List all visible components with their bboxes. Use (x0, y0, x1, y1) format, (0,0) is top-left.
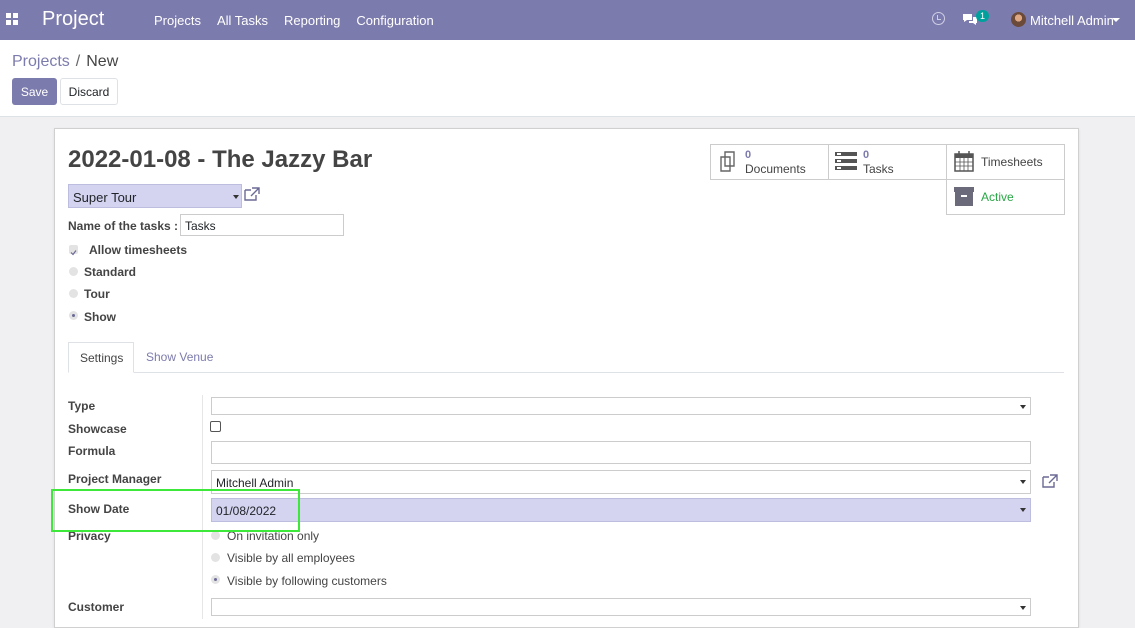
template-dropdown-caret-icon (233, 195, 239, 199)
user-avatar[interactable] (1011, 12, 1026, 27)
kind-radio-standard[interactable] (69, 267, 78, 276)
notebook-tabs: Settings Show Venue (68, 342, 1064, 373)
privacy-radio-employees[interactable] (211, 553, 220, 562)
showcase-label: Showcase (68, 422, 127, 436)
timesheets-label: Timesheets (981, 155, 1043, 169)
privacy-option-customers: Visible by following customers (227, 574, 387, 588)
showcase-checkbox[interactable] (210, 421, 221, 432)
messaging-counter-badge: 1 (976, 10, 990, 22)
type-label: Type (68, 399, 96, 413)
activity-clock-icon[interactable] (932, 12, 945, 25)
record-title[interactable]: 2022-01-08 - The Jazzy Bar (68, 146, 372, 174)
formula-label: Formula (68, 444, 116, 458)
breadcrumb-projects-link[interactable]: Projects (12, 53, 70, 70)
menu-item-reporting[interactable]: Reporting (284, 13, 340, 28)
apps-menu-icon[interactable] (6, 13, 20, 27)
privacy-option-employees: Visible by all employees (227, 551, 355, 565)
control-panel: Projects / New Save Discard (0, 40, 1135, 117)
allow-timesheets-label: Allow timesheets (89, 243, 188, 257)
project-manager-select[interactable]: Mitchell Admin (211, 470, 1031, 494)
tasks-smart-button[interactable]: 0 Tasks (828, 144, 947, 180)
allow-timesheets-checkbox[interactable] (69, 245, 78, 256)
template-external-link-icon[interactable] (244, 187, 260, 201)
kind-radio-tour[interactable] (69, 289, 78, 298)
documents-label: Documents (745, 162, 806, 176)
task-name-input[interactable]: Tasks (180, 214, 344, 236)
active-toggle-button[interactable]: Active (946, 179, 1065, 215)
menu-item-configuration[interactable]: Configuration (356, 13, 433, 28)
manager-dropdown-caret-icon (1020, 480, 1026, 484)
kind-label-tour: Tour (84, 287, 110, 301)
project-template-value: Super Tour (73, 190, 137, 205)
documents-smart-button[interactable]: 0 Documents (710, 144, 829, 180)
top-navbar: Project Projects All Tasks Reporting Con… (0, 0, 1135, 40)
menu-item-all-tasks[interactable]: All Tasks (217, 13, 268, 28)
task-name-label: Name of the tasks : (68, 219, 179, 233)
save-button[interactable]: Save (12, 78, 57, 105)
customer-label: Customer (68, 600, 125, 614)
project-manager-value: Mitchell Admin (216, 476, 294, 490)
show-date-highlight-box (51, 489, 300, 532)
menu-item-projects[interactable]: Projects (154, 13, 201, 28)
calendar-icon (954, 151, 974, 172)
breadcrumb-separator: / (75, 53, 81, 70)
timesheets-smart-button[interactable]: Timesheets (946, 144, 1065, 180)
tab-settings[interactable]: Settings (68, 342, 134, 373)
type-select[interactable] (211, 397, 1031, 415)
app-name[interactable]: Project (42, 8, 104, 31)
customer-select[interactable] (211, 598, 1031, 616)
customer-dropdown-caret-icon (1020, 606, 1026, 610)
form-sheet: 2022-01-08 - The Jazzy Bar 0 Documents 0… (54, 128, 1079, 628)
show-date-dropdown-caret-icon (1020, 508, 1026, 512)
tasks-label: Tasks (863, 162, 894, 176)
tab-show-venue[interactable]: Show Venue (135, 342, 225, 373)
project-template-select[interactable]: Super Tour (68, 184, 242, 208)
breadcrumb-current: New (86, 53, 119, 70)
tasks-count: 0 (863, 149, 870, 161)
privacy-radio-customers[interactable] (211, 575, 220, 584)
kind-radio-show[interactable] (69, 311, 78, 320)
show-date-input[interactable]: 01/08/2022 (211, 498, 1031, 522)
main-menu: Projects All Tasks Reporting Configurati… (154, 13, 450, 28)
documents-icon (720, 151, 735, 172)
discard-button[interactable]: Discard (60, 78, 118, 105)
manager-external-link-icon[interactable] (1042, 474, 1058, 488)
type-dropdown-caret-icon (1020, 405, 1026, 409)
user-menu-name[interactable]: Mitchell Admin (1030, 13, 1114, 28)
archive-icon (954, 187, 974, 206)
formula-input[interactable] (211, 441, 1031, 464)
active-label: Active (981, 190, 1014, 204)
kind-label-show: Show (84, 310, 116, 324)
project-manager-label: Project Manager (68, 472, 162, 486)
breadcrumb: Projects / New (12, 53, 118, 71)
privacy-radio-invitation[interactable] (211, 531, 220, 540)
tasks-icon (835, 152, 857, 170)
user-menu-caret-icon[interactable] (1112, 18, 1120, 22)
documents-count: 0 (745, 149, 752, 161)
kind-label-standard: Standard (84, 265, 137, 279)
